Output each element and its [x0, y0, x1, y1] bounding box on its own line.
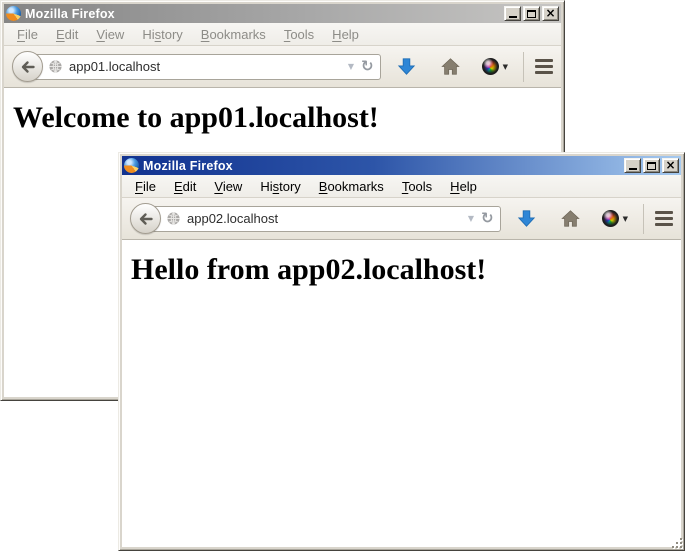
page-content: Hello from app02.localhost!: [122, 240, 681, 547]
url-bar[interactable]: ▼ ↻: [27, 54, 381, 80]
page-heading: Hello from app02.localhost!: [131, 253, 681, 287]
title-bar[interactable]: Mozilla Firefox ×: [4, 4, 561, 23]
resize-grip[interactable]: [670, 536, 683, 549]
close-button[interactable]: ×: [542, 6, 559, 21]
hamburger-icon: [535, 59, 553, 62]
downloads-button[interactable]: [397, 57, 416, 76]
title-bar[interactable]: Mozilla Firefox ×: [122, 156, 681, 175]
menu-panel-button[interactable]: [535, 59, 553, 74]
window-title: Mozilla Firefox: [143, 159, 624, 173]
menu-bookmarks[interactable]: Bookmarks: [192, 24, 275, 45]
menu-edit[interactable]: Edit: [165, 176, 205, 197]
menu-tools[interactable]: Tools: [393, 176, 441, 197]
menu-file[interactable]: File: [8, 24, 47, 45]
page-heading: Welcome to app01.localhost!: [13, 101, 561, 135]
menu-help[interactable]: Help: [323, 24, 368, 45]
close-button[interactable]: ×: [662, 158, 679, 173]
home-button[interactable]: [561, 209, 580, 228]
back-arrow-icon: [138, 211, 154, 227]
minimize-icon: [509, 16, 517, 18]
navigation-toolbar: ▼ ↻ ▼: [122, 198, 681, 240]
window-controls: ×: [504, 6, 559, 21]
menu-view[interactable]: View: [87, 24, 133, 45]
home-icon: [441, 57, 460, 76]
toolbar-separator: [643, 204, 644, 234]
maximize-icon: [527, 10, 536, 18]
menu-panel-button[interactable]: [655, 211, 673, 226]
firefox-icon: [124, 158, 139, 173]
menu-help[interactable]: Help: [441, 176, 486, 197]
urlbar-dropdown-icon[interactable]: ▼: [343, 62, 359, 71]
menu-history[interactable]: History: [251, 176, 309, 197]
reload-icon[interactable]: ↻: [479, 211, 496, 226]
menu-view[interactable]: View: [205, 176, 251, 197]
globe-icon: [166, 211, 181, 226]
menu-file[interactable]: File: [126, 176, 165, 197]
menu-edit[interactable]: Edit: [47, 24, 87, 45]
window-controls: ×: [624, 158, 679, 173]
download-arrow-icon: [397, 57, 416, 76]
window-title: Mozilla Firefox: [25, 7, 504, 21]
extension-button[interactable]: ▼: [482, 58, 508, 75]
color-wheel-icon: [482, 58, 499, 75]
menu-bookmarks[interactable]: Bookmarks: [310, 176, 393, 197]
url-input[interactable]: [65, 59, 343, 74]
back-button[interactable]: [130, 203, 161, 234]
hamburger-icon: [655, 211, 673, 214]
minimize-button[interactable]: [624, 158, 641, 173]
menu-bar: File Edit View History Bookmarks Tools H…: [122, 175, 681, 198]
color-wheel-icon: [602, 210, 619, 227]
maximize-button[interactable]: [523, 6, 540, 21]
url-input[interactable]: [183, 211, 463, 226]
reload-icon[interactable]: ↻: [359, 59, 376, 74]
menu-tools[interactable]: Tools: [275, 24, 323, 45]
extension-button[interactable]: ▼: [602, 210, 628, 227]
home-icon: [561, 209, 580, 228]
urlbar-dropdown-icon[interactable]: ▼: [463, 214, 479, 223]
downloads-button[interactable]: [517, 209, 536, 228]
firefox-window-app02[interactable]: Mozilla Firefox × File Edit View History…: [118, 152, 685, 551]
menu-bar: File Edit View History Bookmarks Tools H…: [4, 23, 561, 46]
download-arrow-icon: [517, 209, 536, 228]
url-bar[interactable]: ▼ ↻: [145, 206, 501, 232]
navigation-toolbar: ▼ ↻ ▼: [4, 46, 561, 88]
close-icon: ×: [665, 159, 675, 171]
back-arrow-icon: [20, 59, 36, 75]
minimize-button[interactable]: [504, 6, 521, 21]
maximize-icon: [647, 162, 656, 170]
extension-caret-icon: ▼: [503, 63, 508, 71]
maximize-button[interactable]: [643, 158, 660, 173]
close-icon: ×: [545, 7, 555, 19]
home-button[interactable]: [441, 57, 460, 76]
back-button[interactable]: [12, 51, 43, 82]
toolbar-separator: [523, 52, 524, 82]
minimize-icon: [629, 168, 637, 170]
extension-caret-icon: ▼: [623, 215, 628, 223]
firefox-icon: [6, 6, 21, 21]
menu-history[interactable]: History: [133, 24, 191, 45]
globe-icon: [48, 59, 63, 74]
